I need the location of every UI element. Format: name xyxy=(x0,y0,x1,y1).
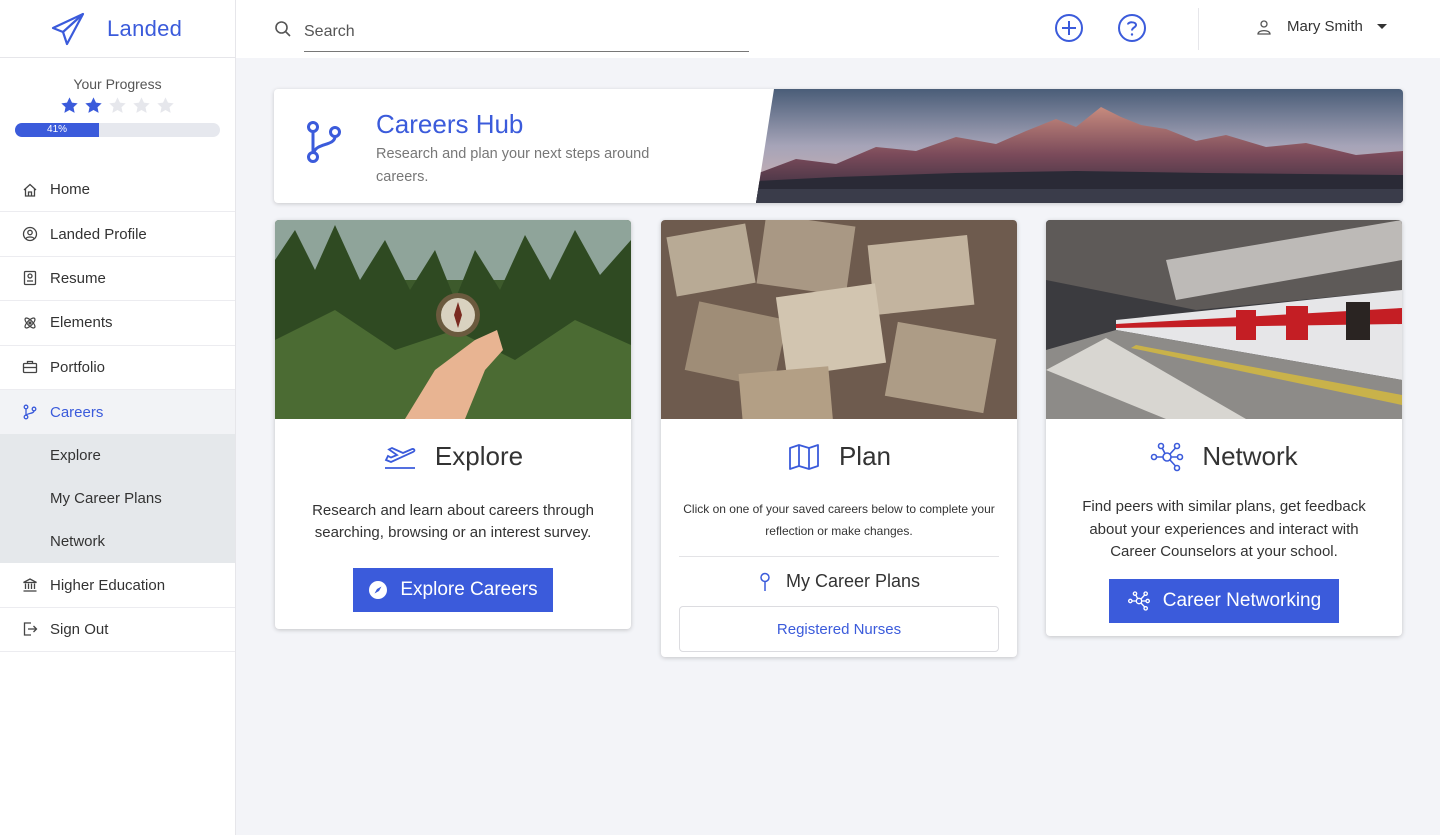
network-icon xyxy=(1151,442,1184,471)
progress-title: Your Progress xyxy=(73,76,162,92)
sidebar-item-careers[interactable]: Careers xyxy=(0,389,235,435)
sidebar-subitem-explore[interactable]: Explore xyxy=(0,434,235,477)
star-empty-icon xyxy=(133,97,150,113)
search-icon xyxy=(275,21,291,37)
compass-icon xyxy=(369,581,388,599)
careers-hub-banner: Careers Hub Research and plan your next … xyxy=(274,89,1403,203)
help-icon[interactable] xyxy=(1117,13,1147,43)
explore-careers-button[interactable]: Explore Careers xyxy=(353,568,553,612)
user-name: Mary Smith xyxy=(1287,18,1363,35)
sidebar-item-label: Sign Out xyxy=(50,620,109,638)
network-icon xyxy=(1127,590,1150,611)
plan-heading: Plan xyxy=(661,441,1017,472)
my-career-plans-title: My Career Plans xyxy=(785,571,921,591)
star-empty-icon xyxy=(109,97,126,113)
page-title: Careers Hub xyxy=(376,109,524,139)
maps-image xyxy=(661,220,1017,419)
explore-description: Research and learn about careers through… xyxy=(312,502,594,541)
user-circle-icon xyxy=(22,226,38,242)
star-filled-icon xyxy=(85,97,102,113)
sidebar-item-label: Resume xyxy=(50,269,106,287)
topbar-divider xyxy=(1198,8,1199,50)
plane-departure-icon xyxy=(384,446,416,469)
progress-panel: Your Progress 41% xyxy=(0,58,235,168)
atom-icon xyxy=(24,317,36,329)
mountain-range-image xyxy=(756,89,1403,203)
sidebar-item-elements[interactable]: Elements xyxy=(0,301,235,346)
sidebar-item-higher-education[interactable]: Higher Education xyxy=(0,563,235,608)
network-heading: Network xyxy=(1046,441,1402,472)
star-filled-icon xyxy=(61,97,78,113)
caret-down-icon xyxy=(1376,24,1387,29)
app-name: Landed xyxy=(107,15,183,41)
compass-forest-image xyxy=(275,220,631,419)
progress-stars xyxy=(0,96,235,115)
progress-bar-fill: 41% xyxy=(15,123,100,137)
network-card: Network Find peers with similar plans, g… xyxy=(1046,220,1402,636)
explore-heading: Explore xyxy=(275,441,631,472)
branch-icon xyxy=(307,121,341,163)
briefcase-icon xyxy=(22,361,38,374)
sidebar-item-portfolio[interactable]: Portfolio xyxy=(0,346,235,390)
sidebar-item-label: Landed Profile xyxy=(50,225,147,243)
user-menu[interactable]: Mary Smith xyxy=(1256,18,1387,35)
subway-train-image xyxy=(1046,220,1402,419)
button-label: Career Networking xyxy=(1162,589,1322,611)
plan-description: Click on one of your saved careers below… xyxy=(683,502,995,538)
plan-divider xyxy=(679,556,999,557)
saved-career-link[interactable]: Registered Nurses xyxy=(679,606,999,652)
network-title: Network xyxy=(1202,441,1298,471)
home-icon xyxy=(23,183,37,197)
sign-out-icon xyxy=(23,622,38,637)
star-empty-icon xyxy=(157,97,174,113)
explore-card: Explore Research and learn about careers… xyxy=(275,220,631,629)
sidebar-item-sign-out[interactable]: Sign Out xyxy=(0,608,235,653)
sidebar-item-label: Home xyxy=(50,181,91,199)
institution-icon xyxy=(23,578,37,592)
brand[interactable]: Landed xyxy=(0,0,235,58)
explore-title: Explore xyxy=(434,441,524,471)
sidebar-item-landed-profile[interactable]: Landed Profile xyxy=(0,212,235,257)
user-icon xyxy=(1257,19,1271,35)
my-career-plans-heading: My Career Plans xyxy=(661,571,1017,592)
sidebar-subitem-my-career-plans[interactable]: My Career Plans xyxy=(0,477,235,520)
sidebar-subitem-network[interactable]: Network xyxy=(0,520,235,563)
sidebar-nav: Home Landed Profile Resume Elements Port… xyxy=(0,168,235,653)
plan-card: Plan Click on one of your saved careers … xyxy=(661,220,1017,657)
button-label: Explore Careers xyxy=(400,579,538,600)
top-bar: Mary Smith xyxy=(236,0,1440,58)
add-icon[interactable] xyxy=(1054,13,1084,43)
map-icon xyxy=(789,443,819,470)
sidebar-item-home[interactable]: Home xyxy=(0,168,235,213)
sidebar: Landed Your Progress 41% Home Landed Pro… xyxy=(0,0,236,835)
resume-icon xyxy=(23,271,37,286)
search-input[interactable] xyxy=(304,12,749,52)
network-description: Find peers with similar plans, get feedb… xyxy=(1082,498,1366,560)
branch-icon xyxy=(23,404,37,420)
paper-plane-icon xyxy=(51,12,85,45)
sidebar-item-label: Portfolio xyxy=(50,358,106,376)
pin-icon xyxy=(760,572,770,591)
sidebar-item-resume[interactable]: Resume xyxy=(0,257,235,302)
page-subtitle: Research and plan your next steps around… xyxy=(376,146,650,185)
plan-title: Plan xyxy=(838,441,892,471)
sidebar-item-label: Elements xyxy=(50,314,113,332)
career-networking-button[interactable]: Career Networking xyxy=(1109,578,1339,623)
sidebar-item-label: Careers xyxy=(50,403,104,421)
careers-subnav: Explore My Career Plans Network xyxy=(0,434,235,564)
progress-bar: 41% xyxy=(15,123,220,137)
sidebar-item-label: Higher Education xyxy=(50,576,166,594)
